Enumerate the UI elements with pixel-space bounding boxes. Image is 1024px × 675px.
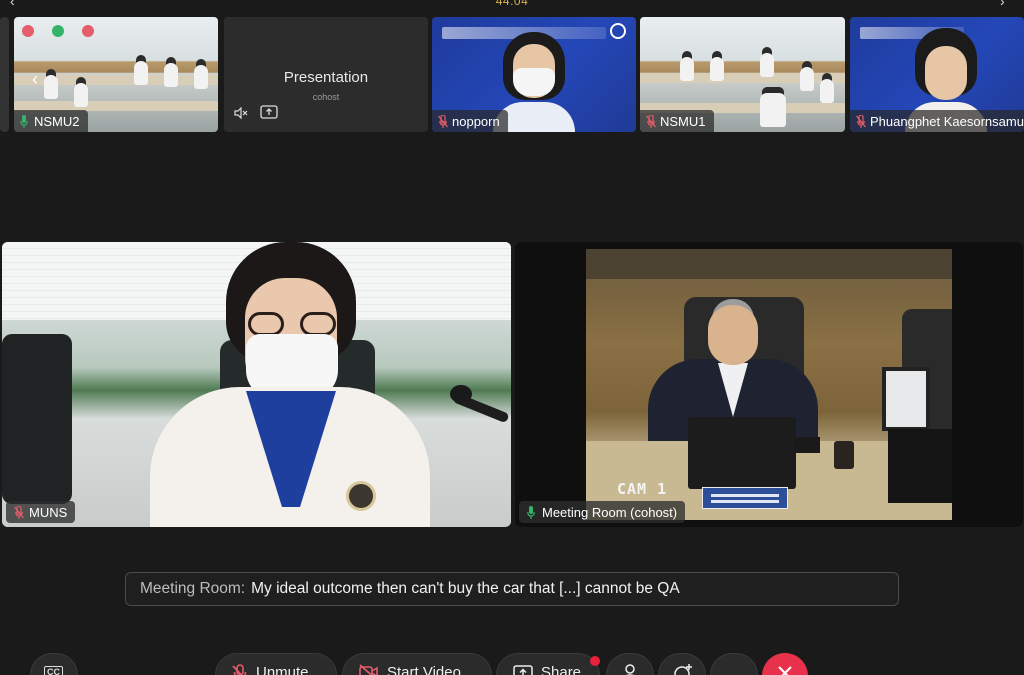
captions-icon: CC bbox=[44, 666, 63, 675]
video-feed bbox=[2, 242, 511, 527]
end-call-icon bbox=[777, 665, 793, 675]
live-caption: Meeting Room: My ideal outcome then can'… bbox=[125, 572, 899, 606]
share-button[interactable]: Share bbox=[496, 653, 600, 675]
speaker-muted-icon bbox=[234, 106, 248, 124]
participant-name-tag: MUNS bbox=[6, 501, 76, 523]
participant-tile-nopporn[interactable]: nopporn bbox=[432, 17, 636, 132]
participant-tile-phuangphet[interactable]: Phuangphet Kaesornsamut bbox=[850, 17, 1024, 132]
mic-off-icon bbox=[232, 664, 248, 675]
participant-name-tag: nopporn bbox=[432, 110, 508, 132]
participant-name: nopporn bbox=[452, 113, 500, 129]
participants-icon bbox=[622, 664, 638, 675]
mic-off-icon bbox=[438, 114, 448, 128]
participant-tile-previous[interactable] bbox=[0, 17, 9, 132]
participant-name-tag: Meeting Room (cohost) bbox=[519, 501, 686, 523]
presentation-status bbox=[234, 105, 278, 124]
notification-dot bbox=[590, 656, 600, 666]
share-label: Share bbox=[541, 664, 582, 675]
captions-button[interactable]: CC bbox=[30, 653, 78, 675]
participant-name: NSMU1 bbox=[660, 113, 706, 129]
participant-tile-presentation[interactable]: Presentation cohost bbox=[224, 17, 428, 132]
window-controls bbox=[22, 25, 94, 37]
share-screen-icon bbox=[513, 664, 533, 675]
unmute-label: Unmute bbox=[256, 664, 309, 675]
participant-name: Meeting Room (cohost) bbox=[542, 504, 678, 520]
participant-name: NSMU2 bbox=[34, 113, 80, 129]
mic-icon bbox=[527, 505, 535, 519]
start-video-button[interactable]: Start Video bbox=[342, 653, 492, 675]
participant-strip: ‹ NSMU2 Presentation cohost nopporn NSMU… bbox=[0, 17, 1024, 132]
video-tile-muns[interactable]: MUNS bbox=[2, 242, 511, 527]
caption-text: My ideal outcome then can't buy the car … bbox=[251, 580, 680, 597]
participant-name-tag: Phuangphet Kaesornsamut bbox=[850, 110, 1024, 132]
meeting-timer: 44:04 bbox=[495, 0, 529, 8]
participant-name: Phuangphet Kaesornsamut bbox=[870, 113, 1024, 129]
presentation-role: cohost bbox=[312, 92, 340, 102]
more-button[interactable] bbox=[710, 653, 758, 675]
participant-name-tag: NSMU1 bbox=[640, 110, 714, 132]
mic-off-icon bbox=[14, 505, 24, 519]
reactions-button[interactable] bbox=[658, 653, 706, 675]
camera-overlay-text: CAM 1 bbox=[617, 480, 668, 498]
meeting-window: ‹ 44:04 › ‹ NSMU2 Presentation cohost no… bbox=[0, 0, 1024, 675]
end-call-button[interactable] bbox=[762, 653, 808, 675]
participant-name-tag: NSMU2 bbox=[14, 110, 88, 132]
participants-button[interactable] bbox=[606, 653, 654, 675]
participant-name: MUNS bbox=[29, 504, 68, 520]
close-dot-icon[interactable] bbox=[22, 25, 34, 37]
participant-tile-nsmu1[interactable]: NSMU1 bbox=[640, 17, 845, 132]
caption-speaker: Meeting Room: bbox=[140, 580, 246, 597]
mic-off-icon bbox=[646, 114, 656, 128]
chevron-right-icon[interactable]: › bbox=[1000, 0, 1014, 8]
mic-off-icon bbox=[856, 114, 866, 128]
mic-icon bbox=[20, 114, 28, 128]
presentation-title: Presentation bbox=[283, 69, 369, 86]
start-video-label: Start Video bbox=[387, 664, 461, 675]
maximize-dot-icon[interactable] bbox=[52, 25, 64, 37]
unmute-button[interactable]: Unmute bbox=[215, 653, 337, 675]
reaction-icon bbox=[673, 664, 693, 675]
chevron-left-icon[interactable]: ‹ bbox=[32, 69, 38, 90]
participant-tile-nsmu2[interactable]: ‹ NSMU2 bbox=[14, 17, 218, 132]
video-tile-meeting-room[interactable]: CAM 1 Meeting Room (cohost) bbox=[515, 242, 1023, 527]
minimize-dot-icon[interactable] bbox=[82, 25, 94, 37]
share-screen-icon bbox=[260, 105, 278, 124]
video-off-icon bbox=[359, 664, 379, 675]
